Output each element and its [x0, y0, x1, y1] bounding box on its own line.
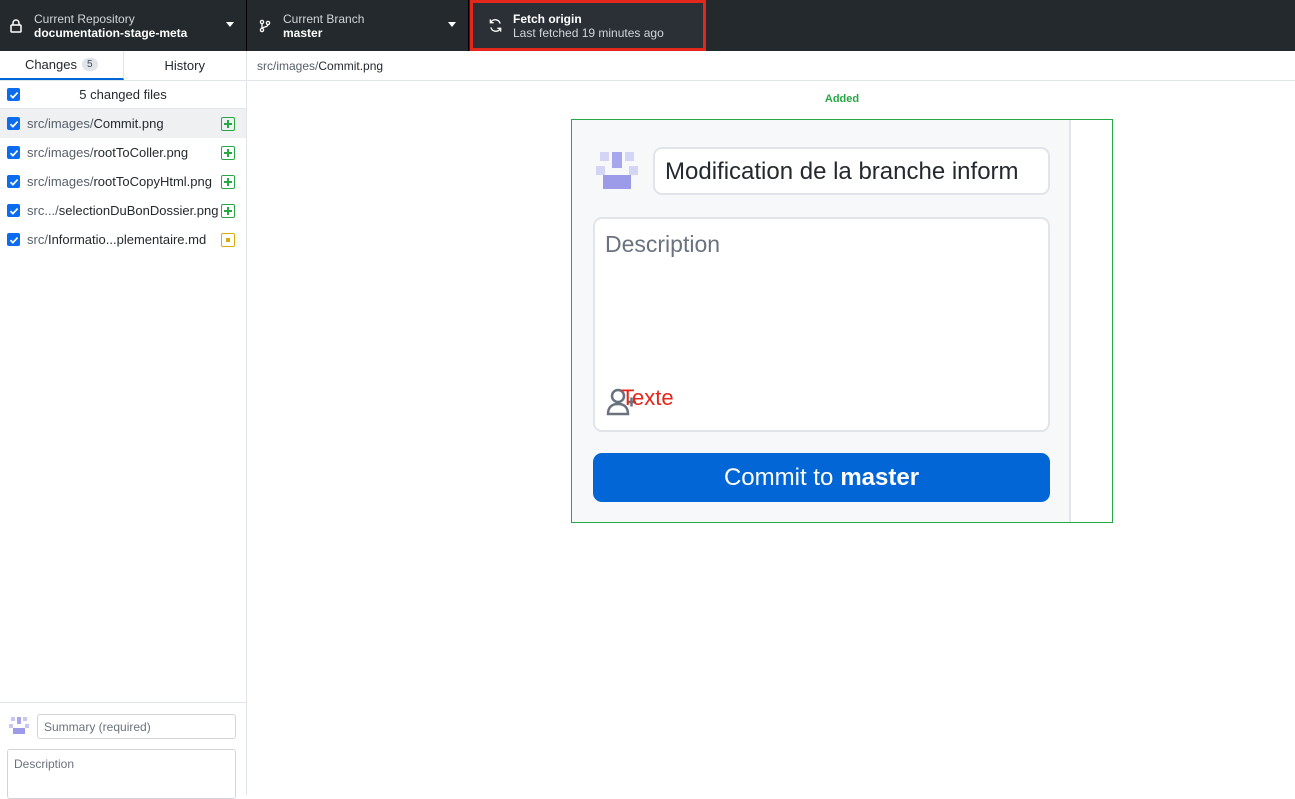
lock-icon [8, 18, 24, 34]
fetch-title: Fetch origin [513, 11, 582, 26]
image-commit-button: Commit to master [593, 453, 1050, 502]
file-directory: src/images/ [27, 174, 94, 189]
file-checkbox[interactable] [7, 117, 20, 130]
file-modified-icon [221, 233, 235, 247]
diff-view: src/images/Commit.png Added Modification… [247, 51, 1295, 795]
select-all-checkbox[interactable] [7, 88, 20, 101]
changed-files-label: 5 changed files [79, 87, 167, 102]
file-row[interactable]: src.../selectionDuBonDossier.png [0, 196, 246, 225]
image-preview: Modification de la branche inform Descri… [571, 119, 1113, 523]
file-added-icon [221, 204, 235, 218]
branch-label: Current Branch [283, 11, 365, 26]
annotation-text: Texte [621, 385, 674, 410]
file-name: Informatio...plementaire.md [47, 232, 207, 247]
file-path: src/images/Commit.png [27, 116, 164, 131]
tab-history[interactable]: History [124, 51, 247, 80]
changes-sidebar: Changes 5 History 5 changed files src/im… [0, 51, 247, 799]
path-filename: Commit.png [318, 58, 384, 73]
file-name: selectionDuBonDossier.png [58, 203, 219, 218]
summary-input[interactable]: Summary (required) [37, 714, 236, 739]
chevron-down-icon [448, 22, 456, 27]
avatar [596, 152, 638, 189]
file-directory: src/images/ [27, 116, 94, 131]
file-directory: src/ [27, 232, 48, 247]
avatar [9, 717, 29, 734]
file-row[interactable]: src/Informatio...plementaire.md [0, 225, 246, 254]
chevron-down-icon [226, 22, 234, 27]
file-name: Commit.png [93, 116, 164, 131]
branch-selector[interactable]: Current Branch master [247, 0, 469, 51]
fetch-origin-button[interactable]: Fetch origin Last fetched 19 minutes ago [470, 0, 706, 51]
file-name: rootToColler.png [93, 145, 189, 160]
file-checkbox[interactable] [7, 233, 20, 246]
file-list: src/images/Commit.png src/images/rootToCo… [0, 109, 246, 254]
sync-icon [487, 18, 503, 34]
file-path: src/images/rootToCopyHtml.png [27, 174, 212, 189]
branch-name: master [283, 25, 323, 40]
image-summary-field: Modification de la branche inform [653, 147, 1050, 195]
tab-label: Changes [24, 57, 77, 72]
tab-label: History [164, 58, 205, 73]
file-added-icon [221, 146, 235, 160]
select-all-row: 5 changed files [0, 81, 246, 109]
file-row[interactable]: src/images/rootToCopyHtml.png [0, 167, 246, 196]
file-added-icon [221, 117, 235, 131]
diff-status-label: Added [824, 93, 860, 105]
commit-panel: Summary (required) Description [0, 702, 246, 799]
changes-count-badge: 5 [81, 58, 98, 71]
file-name: rootToCopyHtml.png [93, 174, 212, 189]
branch-icon [257, 18, 273, 34]
commit-prefix: Commit to [723, 463, 834, 491]
file-path: src/images/rootToColler.png [27, 145, 188, 160]
image-description-placeholder: Description [605, 231, 721, 257]
image-description-field: Description Texte [593, 217, 1050, 432]
description-input[interactable]: Description [7, 749, 236, 799]
file-path: src.../selectionDuBonDossier.png [27, 203, 219, 218]
file-directory: src/images/ [27, 145, 94, 160]
toolbar: Current Repository documentation-stage-m… [0, 0, 1295, 51]
file-path-bar: src/images/Commit.png [247, 51, 1295, 81]
file-checkbox[interactable] [7, 204, 20, 217]
image-content: Modification de la branche inform Descri… [572, 120, 1071, 522]
repository-label: Current Repository [34, 11, 135, 26]
repository-selector[interactable]: Current Repository documentation-stage-m… [0, 0, 247, 51]
file-added-icon [221, 175, 235, 189]
file-checkbox[interactable] [7, 146, 20, 159]
repository-name: documentation-stage-meta [34, 25, 188, 40]
tab-changes[interactable]: Changes 5 [0, 51, 124, 80]
file-row[interactable]: src/images/Commit.png [0, 109, 246, 138]
path-directory: src/images/ [257, 58, 319, 73]
file-directory: src.../ [27, 203, 59, 218]
commit-branch: master [840, 463, 920, 491]
sidebar-tabs: Changes 5 History [0, 51, 246, 81]
fetch-subtitle: Last fetched 19 minutes ago [513, 25, 664, 40]
file-path: src/Informatio...plementaire.md [27, 232, 206, 247]
file-checkbox[interactable] [7, 175, 20, 188]
file-row[interactable]: src/images/rootToColler.png [0, 138, 246, 167]
